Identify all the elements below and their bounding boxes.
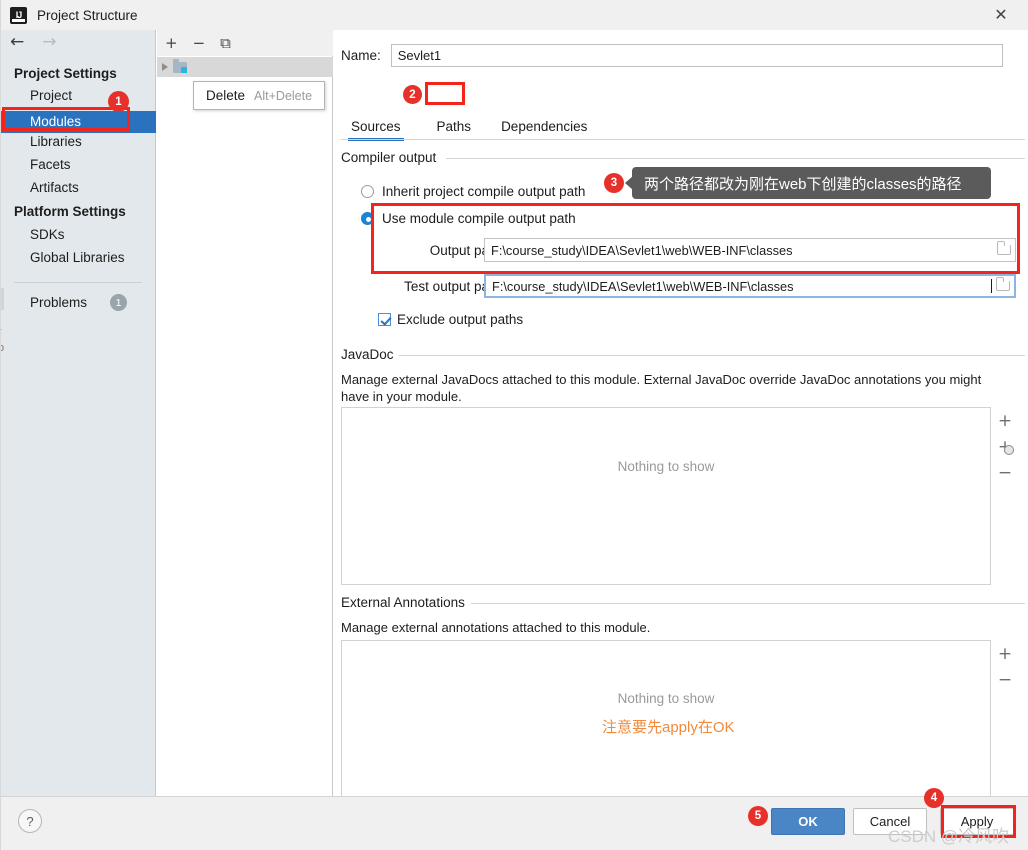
- radio-module-output-path[interactable]: Use module compile output path: [361, 211, 576, 226]
- annotation-badge-1: 1: [108, 91, 129, 112]
- tab-sources[interactable]: Sources: [344, 116, 408, 141]
- copy-module-icon[interactable]: ⧉: [220, 35, 231, 51]
- external-annotations-group-line: [471, 603, 1025, 604]
- tab-dependencies[interactable]: Dependencies: [494, 116, 594, 138]
- module-name-row: Name:: [341, 44, 1003, 67]
- javadoc-description: Manage external JavaDocs attached to thi…: [341, 372, 982, 404]
- test-output-path-value: F:\course_study\IDEA\Sevlet1\web\WEB-INF…: [492, 278, 794, 294]
- radio-inherit-output-path[interactable]: Inherit project compile output path: [361, 184, 585, 199]
- section-heading-platform-settings: Platform Settings: [14, 204, 126, 219]
- output-path-browse-icon[interactable]: [993, 239, 1015, 261]
- exclude-output-paths-label: Exclude output paths: [397, 312, 524, 327]
- modules-tree-panel: + − ⧉: [157, 30, 333, 796]
- test-output-path-label: Test output path:: [404, 279, 504, 294]
- project-structure-dialog: IJ Project Structure ✕ ← → Project Setti…: [0, 0, 1028, 850]
- sidebar-item-facets[interactable]: Facets: [30, 157, 71, 172]
- javadoc-add-icon[interactable]: +: [994, 408, 1016, 434]
- annotation-callout: 两个路径都改为刚在web下创建的classes的路径: [625, 167, 991, 199]
- radio-inherit-icon[interactable]: [361, 185, 374, 198]
- module-settings-content: Name: Sources Paths Dependencies Compile…: [334, 30, 1028, 808]
- sidebar-item-sdks[interactable]: SDKs: [30, 227, 65, 242]
- output-path-value: F:\course_study\IDEA\Sevlet1\web\WEB-INF…: [491, 242, 793, 258]
- external-annotations-remove-icon[interactable]: −: [994, 667, 1016, 693]
- orange-annotation-note: 注意要先apply在OK: [602, 719, 735, 736]
- tree-toolbar: + − ⧉: [157, 30, 333, 56]
- annotation-badge-3: 3: [604, 173, 624, 193]
- context-menu-shortcut: Alt+Delete: [254, 88, 313, 103]
- ok-button[interactable]: OK: [771, 808, 845, 835]
- compiler-output-group-title: Compiler output: [341, 150, 443, 165]
- annotation-badge-2: 2: [403, 85, 422, 104]
- tree-row[interactable]: [157, 57, 333, 77]
- context-menu-item-delete[interactable]: Delete: [206, 88, 245, 103]
- watermark-text: CSDN @冷风吹: [888, 827, 1010, 846]
- module-name-label: Name:: [341, 48, 381, 63]
- intellij-idea-icon: IJ: [10, 6, 27, 24]
- radio-module-icon[interactable]: [361, 212, 374, 225]
- dialog-body: ← → Project Settings Project Modules Lib…: [0, 30, 1028, 808]
- output-path-label: Output path:: [429, 243, 504, 258]
- test-output-path-field[interactable]: F:\course_study\IDEA\Sevlet1\web\WEB-INF…: [484, 274, 1016, 298]
- sidebar-item-problems[interactable]: Problems: [30, 295, 87, 310]
- radio-module-label: Use module compile output path: [382, 211, 576, 226]
- sidebar-item-global-libraries[interactable]: Global Libraries: [30, 250, 125, 265]
- output-path-field[interactable]: F:\course_study\IDEA\Sevlet1\web\WEB-INF…: [484, 238, 1016, 262]
- radio-inherit-label: Inherit project compile output path: [382, 184, 586, 199]
- javadoc-empty-text: Nothing to show: [617, 459, 715, 474]
- external-annotations-empty-text: Nothing to show: [617, 691, 715, 706]
- help-button[interactable]: ?: [18, 809, 42, 833]
- forward-arrow-icon[interactable]: →: [42, 34, 56, 51]
- sidebar-item-artifacts[interactable]: Artifacts: [30, 180, 79, 195]
- javadoc-add-library-icon[interactable]: +: [994, 434, 1016, 460]
- annotation-badge-4: 4: [924, 788, 944, 808]
- test-output-path-browse-icon[interactable]: [992, 275, 1014, 297]
- javadoc-list[interactable]: Nothing to show: [341, 407, 991, 585]
- expand-triangle-icon[interactable]: [162, 63, 168, 71]
- add-module-icon[interactable]: +: [165, 35, 178, 51]
- external-annotations-add-icon[interactable]: +: [994, 641, 1016, 667]
- tab-paths[interactable]: Paths: [430, 116, 479, 138]
- annotation-badge-5: 5: [748, 806, 768, 826]
- sidebar-item-project[interactable]: Project: [30, 88, 72, 103]
- javadoc-group-line: [399, 355, 1025, 356]
- context-menu[interactable]: Delete Alt+Delete: [193, 81, 325, 110]
- navigation-arrows: ← →: [10, 34, 57, 51]
- module-folder-icon: [173, 58, 187, 73]
- edge-artifact-text-1: r: [0, 326, 2, 338]
- module-tabs: Sources Paths Dependencies: [344, 112, 594, 141]
- edge-artifact: [0, 288, 4, 310]
- settings-sidebar: ← → Project Settings Project Modules Lib…: [0, 30, 156, 796]
- problems-count-badge: 1: [110, 294, 127, 311]
- exclude-output-paths-row[interactable]: Exclude output paths: [378, 312, 523, 327]
- section-heading-project-settings: Project Settings: [14, 66, 117, 81]
- remove-module-icon[interactable]: −: [193, 35, 206, 51]
- javadoc-group-title: JavaDoc: [341, 347, 400, 362]
- javadoc-side-buttons: + + −: [994, 408, 1016, 486]
- sidebar-item-modules[interactable]: Modules: [0, 111, 156, 133]
- module-name-input[interactable]: [390, 44, 1003, 67]
- edge-artifact-text-2: o: [0, 342, 5, 354]
- sidebar-divider: [14, 282, 142, 283]
- window-title: Project Structure: [37, 7, 138, 23]
- javadoc-remove-icon[interactable]: −: [994, 460, 1016, 486]
- back-arrow-icon[interactable]: ←: [10, 34, 24, 51]
- compiler-output-group-line: [446, 158, 1025, 159]
- tabs-underline: [341, 139, 1025, 140]
- title-bar: IJ Project Structure ✕: [0, 0, 1028, 30]
- sidebar-item-libraries[interactable]: Libraries: [30, 134, 82, 149]
- close-icon[interactable]: ✕: [988, 4, 1014, 26]
- external-annotations-group-title: External Annotations: [341, 595, 471, 610]
- exclude-output-paths-checkbox[interactable]: [378, 313, 391, 326]
- external-annotations-description: Manage external annotations attached to …: [341, 620, 651, 635]
- external-annotations-side-buttons: + −: [994, 641, 1016, 693]
